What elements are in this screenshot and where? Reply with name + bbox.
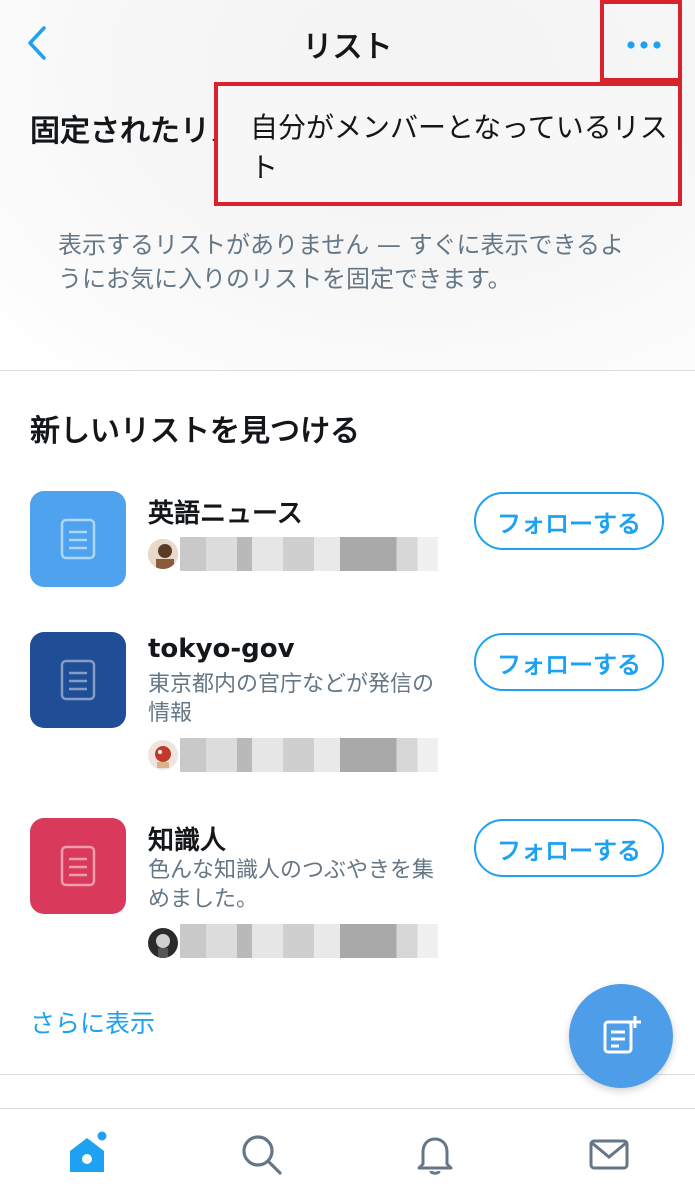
new-list-icon [603, 1016, 641, 1054]
discover-lists-heading: 新しいリストを見つける [30, 414, 360, 449]
list-document-icon [60, 659, 96, 701]
owner-avatar [148, 740, 178, 770]
bell-icon [417, 1137, 453, 1175]
list-name: 英語ニュース [148, 499, 303, 529]
more-options-button[interactable] [600, 0, 682, 82]
follow-button[interactable]: フォローする [474, 819, 664, 877]
notifications-tab[interactable] [412, 1131, 462, 1181]
page-title: リスト [302, 30, 393, 65]
list-description: 色んな知識人のつぶやきを集めました。 [148, 858, 435, 912]
follow-button[interactable]: フォローする [474, 492, 664, 550]
owner-avatar [148, 928, 178, 958]
owner-name-pixelated [180, 537, 438, 571]
list-name: 知識人 [148, 826, 227, 856]
list-document-icon [60, 845, 96, 887]
messages-tab[interactable] [586, 1131, 636, 1181]
owner-avatar [148, 539, 178, 569]
create-list-button[interactable] [569, 984, 673, 1088]
home-tab[interactable] [64, 1131, 114, 1181]
owner-name-pixelated [180, 738, 438, 772]
list-thumbnail [30, 632, 126, 728]
section-divider [0, 370, 695, 371]
header: リスト [0, 0, 695, 84]
list-thumbnail [30, 818, 126, 914]
owner-name-pixelated [180, 924, 438, 958]
show-more-link[interactable]: さらに表示 [30, 1004, 155, 1040]
list-document-icon [60, 518, 96, 560]
home-icon [70, 1131, 107, 1172]
list-thumbnail [30, 491, 126, 587]
search-tab[interactable] [238, 1131, 288, 1181]
pinned-empty-message: 表示するリストがありません — すぐに表示できるようにお気に入りのリストを固定で… [58, 231, 625, 293]
pinned-lists-heading: 固定されたリスト [30, 114, 214, 148]
lists-member-of-menu-item[interactable]: 自分がメンバーとなっているリスト [214, 82, 682, 206]
lists-screen: リスト 固定されたリスト 表示するリストがありません — すぐに表示できるように… [0, 0, 695, 1200]
bottom-tab-bar [0, 1108, 695, 1200]
more-dots-icon [626, 36, 662, 49]
list-name: tokyo-gov [148, 634, 295, 664]
list-description: 東京都内の官庁などが発信の情報 [148, 672, 435, 726]
follow-button[interactable]: フォローする [474, 633, 664, 691]
search-icon [242, 1135, 282, 1175]
mail-icon [589, 1139, 629, 1170]
